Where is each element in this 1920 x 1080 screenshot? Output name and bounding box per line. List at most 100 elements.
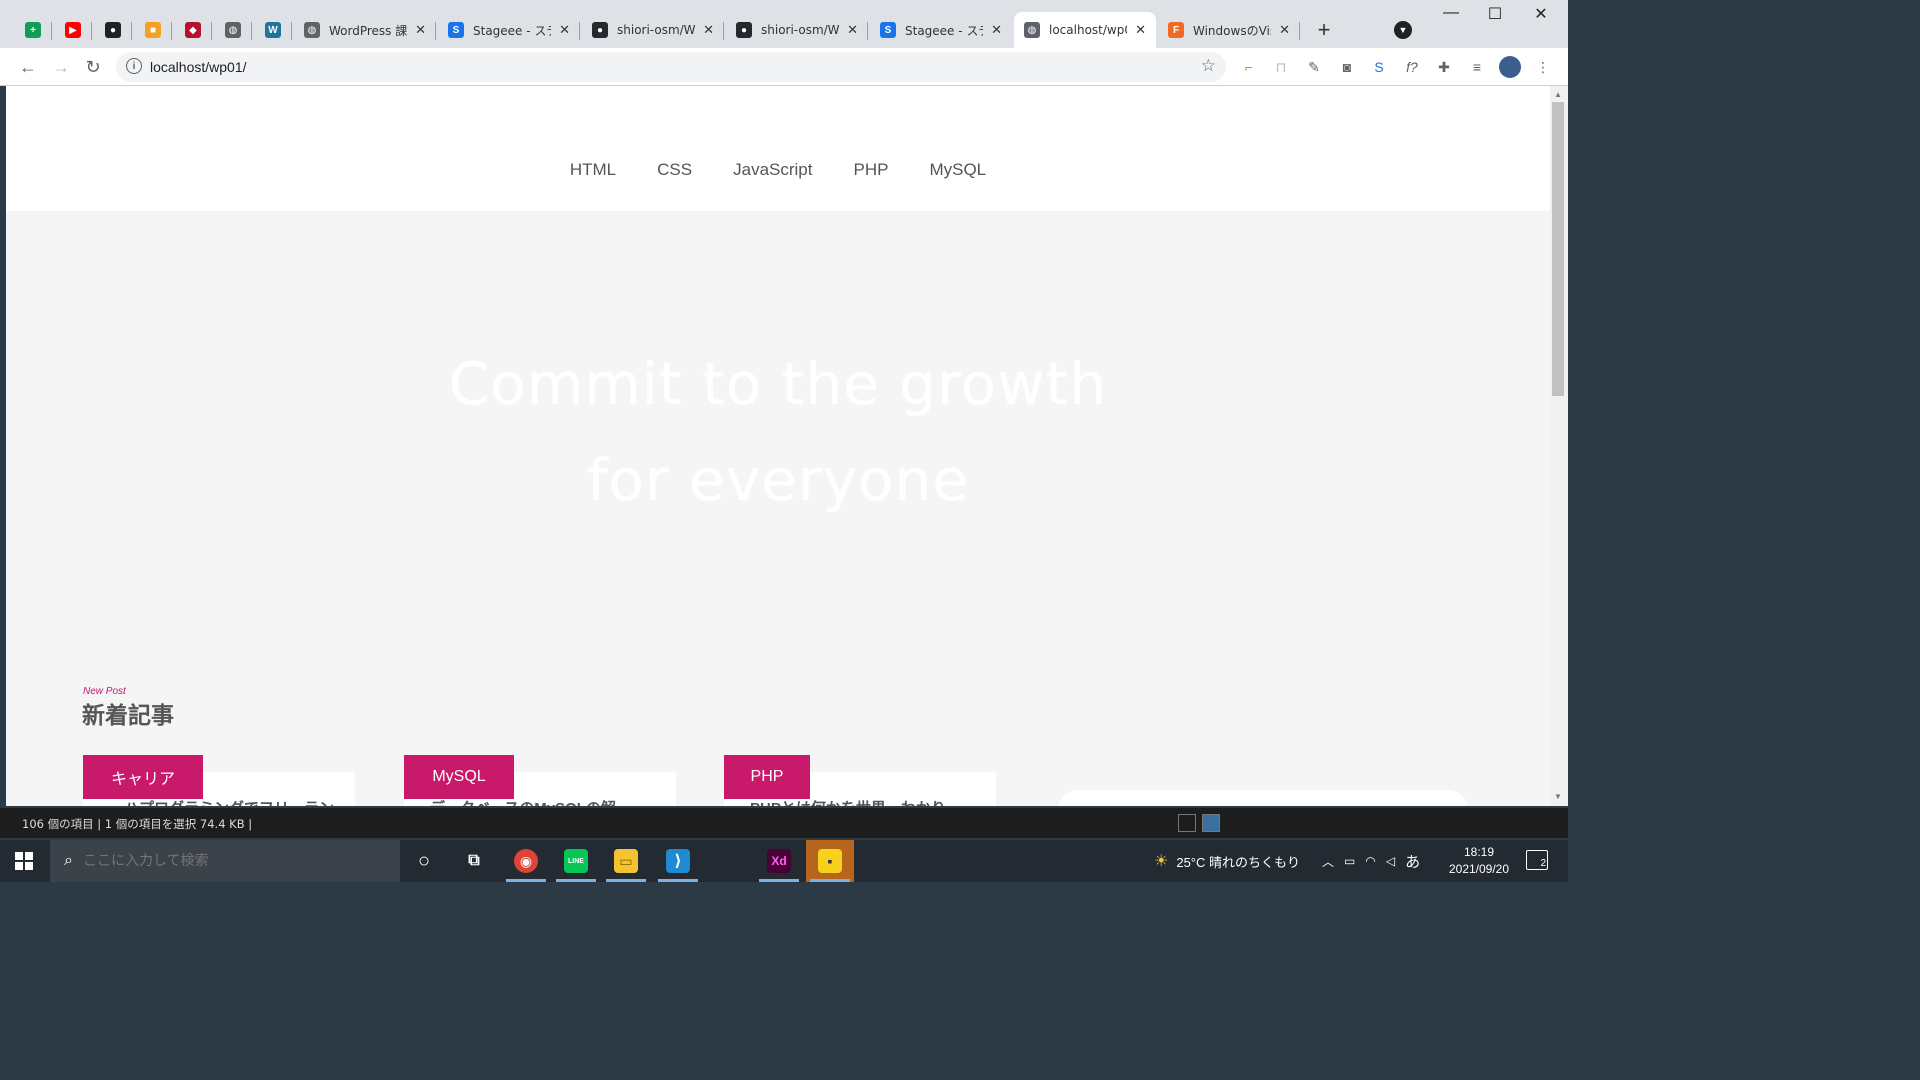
details-view-icon[interactable] xyxy=(1178,814,1196,832)
tab-close-icon[interactable]: ✕ xyxy=(991,22,1002,38)
extension-stamp-icon[interactable]: ◙ xyxy=(1336,56,1358,78)
globe-icon: ◍ xyxy=(304,22,320,38)
pinned-tab[interactable]: + xyxy=(14,12,52,48)
taskbar-app[interactable]: ⟩ xyxy=(654,840,702,882)
globe-icon: ◍ xyxy=(1024,22,1040,38)
browser-tab-strip: + ▶ ● ■ ◆ ◍ W ◍ WordPress 課題 ✕ S Stageee - ステージ ✕ ● s… xyxy=(0,0,1568,48)
clock[interactable]: 18:19 2021/09/20 xyxy=(1440,844,1518,878)
taskbar-app[interactable]: ○ xyxy=(400,840,448,882)
nav-link-php[interactable]: PHP xyxy=(853,160,888,180)
post-card[interactable]: キャリア…ハプログラミングでフリーラン xyxy=(83,755,355,806)
large-icons-view-icon[interactable] xyxy=(1202,814,1220,832)
browser-tab[interactable]: ● shiori-osm/Wo ✕ xyxy=(726,12,868,48)
hero-line-2: for everyone xyxy=(587,446,969,514)
close-window-button[interactable]: ✕ xyxy=(1518,4,1564,24)
taskbar-app[interactable]: ▭ xyxy=(602,840,650,882)
post-title[interactable]: …ハプログラミングでフリーラン xyxy=(109,797,334,806)
new-tab-button[interactable]: + xyxy=(1310,16,1338,44)
site-header: HTML CSS JavaScript PHP MySQL xyxy=(6,86,1550,211)
sidebar-widget xyxy=(1058,790,1468,806)
extension-ribbon-icon[interactable]: ⊓ xyxy=(1270,56,1292,78)
explorer-status-bar: 106 個の項目 | 1 個の項目を選択 74.4 KB | xyxy=(0,808,1568,838)
url-input[interactable] xyxy=(150,56,1150,78)
tab-close-icon[interactable]: ✕ xyxy=(703,22,714,38)
category-label[interactable]: PHP xyxy=(724,755,810,799)
penguin-icon: ● xyxy=(105,22,121,38)
notification-center-icon[interactable]: 2 xyxy=(1526,850,1548,870)
clock-date: 2021/09/20 xyxy=(1448,862,1510,876)
taskbar-app[interactable]: ▪ xyxy=(806,840,854,882)
tab-close-icon[interactable]: ✕ xyxy=(1135,22,1146,38)
browser-tab[interactable]: ● shiori-osm/Wo ✕ xyxy=(582,12,724,48)
browser-tab[interactable]: ◍ localhost/wp01/ ✕ xyxy=(1014,12,1156,48)
adobe-xd-icon: Xd xyxy=(767,849,791,873)
address-bar[interactable]: i ☆ xyxy=(116,52,1226,82)
nav-link-css[interactable]: CSS xyxy=(657,160,692,180)
browser-tab[interactable]: ◍ WordPress 課題 ✕ xyxy=(294,12,436,48)
extension-s-icon[interactable]: S xyxy=(1368,56,1390,78)
volume-icon[interactable]: ◁ xyxy=(1386,854,1395,868)
browser-tab[interactable]: S Stageee - ステージ ✕ xyxy=(870,12,1012,48)
pinned-tab[interactable]: W xyxy=(254,12,292,48)
post-card[interactable]: MySQLデータベースのMySQLの解 xyxy=(404,755,676,806)
browser-tab[interactable]: S Stageee - ステージ ✕ xyxy=(438,12,580,48)
nav-link-javascript[interactable]: JavaScript xyxy=(733,160,812,180)
weather-widget[interactable]: ☀ 25°C 晴れのちくもり xyxy=(1154,840,1300,882)
post-title[interactable]: データベースのMySQLの解 xyxy=(430,797,616,806)
pinned-tab[interactable]: ● xyxy=(94,12,132,48)
taskbar-app[interactable]: LINE xyxy=(552,840,600,882)
reading-list-icon[interactable]: ≡ xyxy=(1466,56,1488,78)
eyedropper-icon[interactable]: ✎ xyxy=(1303,56,1325,78)
taskbar-app[interactable]: Xd xyxy=(755,840,803,882)
pinned-tab[interactable]: ▶ xyxy=(54,12,92,48)
tab-search-button[interactable]: ▼ xyxy=(1394,21,1412,39)
forward-icon[interactable]: → xyxy=(49,55,73,79)
ime-indicator[interactable]: あ xyxy=(1405,851,1420,872)
battery-icon[interactable]: ▭ xyxy=(1344,854,1355,868)
scroll-down-icon[interactable]: ▼ xyxy=(1554,792,1562,801)
wifi-icon[interactable]: ◠ xyxy=(1365,854,1375,868)
scrollbar-thumb[interactable] xyxy=(1552,102,1564,396)
tab-close-icon[interactable]: ✕ xyxy=(1279,22,1290,38)
tray-chevron-icon[interactable]: ︿ xyxy=(1322,853,1334,870)
extensions-puzzle-icon[interactable]: ✚ xyxy=(1433,56,1455,78)
vscode-icon: ⟩ xyxy=(666,849,690,873)
site-info-icon[interactable]: i xyxy=(126,58,142,74)
post-title[interactable]: PHPとは何かを世界一わかり xyxy=(750,797,946,806)
menu-kebab-icon[interactable]: ⋮ xyxy=(1532,56,1554,78)
nav-link-html[interactable]: HTML xyxy=(570,160,616,180)
bookmark-star-icon[interactable]: ☆ xyxy=(1201,56,1216,76)
cortana-icon: ○ xyxy=(417,849,431,872)
post-card[interactable]: PHPPHPとは何かを世界一わかり xyxy=(724,755,996,806)
minimize-button[interactable]: — xyxy=(1428,4,1474,22)
nav-link-mysql[interactable]: MySQL xyxy=(929,160,986,180)
category-label[interactable]: キャリア xyxy=(83,755,203,799)
tab-close-icon[interactable]: ✕ xyxy=(559,22,570,38)
weather-text: 25°C 晴れのちくもり xyxy=(1176,854,1301,870)
maximize-button[interactable]: ☐ xyxy=(1472,4,1518,24)
browser-tab[interactable]: F WindowsのVisual ✕ xyxy=(1158,12,1300,48)
extension-font-icon[interactable]: f? xyxy=(1401,56,1423,78)
taskbar-search[interactable]: ⌕ xyxy=(50,840,400,882)
start-button[interactable] xyxy=(0,840,48,882)
taskbar-search-input[interactable] xyxy=(82,853,383,869)
taskbar-app[interactable]: ⧉ xyxy=(450,840,498,882)
scroll-up-icon[interactable]: ▲ xyxy=(1554,90,1562,99)
pinned-tab[interactable]: ◆ xyxy=(174,12,212,48)
pinned-tab[interactable]: ◍ xyxy=(214,12,252,48)
weather-icon: ☀ xyxy=(1154,853,1169,870)
tab-close-icon[interactable]: ✕ xyxy=(847,22,858,38)
windows-taskbar: ⌕ ○⧉◉LINE▭⟩Xd▪ ☀ 25°C 晴れのちくもり ︿ ▭ ◠ ◁ あ … xyxy=(0,840,1568,882)
tab-close-icon[interactable]: ✕ xyxy=(415,22,426,38)
back-icon[interactable]: ← xyxy=(16,55,40,79)
extension-bookmark-icon[interactable]: ⌐ xyxy=(1238,56,1260,78)
page-viewport: HTML CSS JavaScript PHP MySQL Commit to the … xyxy=(6,86,1550,806)
pinned-tab[interactable]: ■ xyxy=(134,12,172,48)
task-view-icon: ⧉ xyxy=(468,852,480,869)
reload-icon[interactable]: ↻ xyxy=(81,55,105,79)
taskbar-app[interactable]: ◉ xyxy=(502,840,550,882)
section-title: 新着記事 xyxy=(82,702,174,728)
page-scrollbar[interactable]: ▲ ▼ xyxy=(1550,86,1568,806)
category-label[interactable]: MySQL xyxy=(404,755,514,799)
profile-avatar[interactable] xyxy=(1499,56,1521,78)
